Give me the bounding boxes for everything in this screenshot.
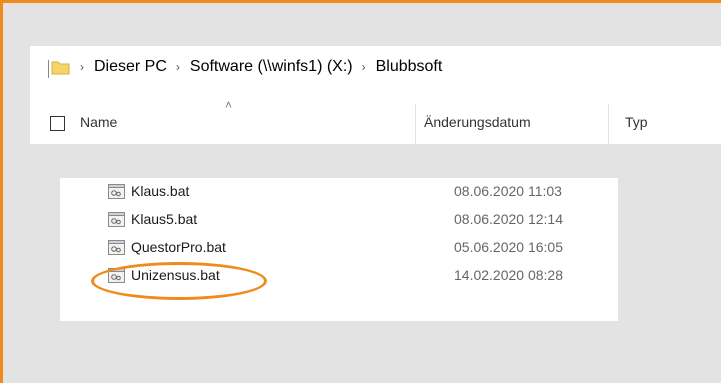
column-header-type[interactable]: Typ — [625, 114, 648, 130]
column-divider[interactable] — [415, 104, 416, 144]
column-divider[interactable] — [608, 104, 609, 144]
file-name: Klaus5.bat — [131, 211, 198, 227]
batch-file-icon — [108, 240, 125, 255]
address-bar-edge — [48, 60, 49, 78]
file-date: 08.06.2020 12:14 — [454, 211, 563, 227]
file-list: Klaus.bat 08.06.2020 11:03 Klaus5.bat 08… — [60, 178, 618, 321]
chevron-right-icon[interactable]: › — [80, 60, 84, 74]
folder-icon — [51, 61, 70, 75]
file-row-klaus[interactable]: Klaus.bat 08.06.2020 11:03 — [60, 180, 618, 204]
file-name: QuestorPro.bat — [131, 239, 226, 255]
breadcrumb: › Dieser PC › Software (\\winfs1) (X:) ›… — [77, 58, 448, 76]
explorer-header-panel: › Dieser PC › Software (\\winfs1) (X:) ›… — [30, 46, 721, 144]
column-header-date-modified[interactable]: Änderungsdatum — [424, 114, 531, 130]
file-name: Klaus.bat — [131, 183, 190, 199]
breadcrumb-item-dieser-pc[interactable]: Dieser PC — [94, 58, 167, 76]
file-row-questorpro[interactable]: QuestorPro.bat 05.06.2020 16:05 — [60, 236, 618, 260]
column-header-name[interactable]: Name — [80, 114, 117, 130]
chevron-right-icon[interactable]: › — [362, 60, 366, 74]
file-date: 14.02.2020 08:28 — [454, 267, 563, 283]
file-date: 08.06.2020 11:03 — [454, 183, 562, 199]
select-all-checkbox[interactable] — [50, 116, 65, 131]
file-row-klaus5[interactable]: Klaus5.bat 08.06.2020 12:14 — [60, 208, 618, 232]
chevron-right-icon[interactable]: › — [176, 60, 180, 74]
breadcrumb-item-software[interactable]: Software (\\winfs1) (X:) — [190, 58, 353, 76]
column-header-row: Name ˄ Änderungsdatum Typ — [30, 98, 721, 144]
batch-file-icon — [108, 212, 125, 227]
breadcrumb-item-blubbsoft[interactable]: Blubbsoft — [376, 58, 443, 76]
highlight-circle-annotation — [91, 262, 267, 300]
batch-file-icon — [108, 184, 125, 199]
sort-ascending-icon: ˄ — [225, 98, 233, 112]
file-date: 05.06.2020 16:05 — [454, 239, 563, 255]
